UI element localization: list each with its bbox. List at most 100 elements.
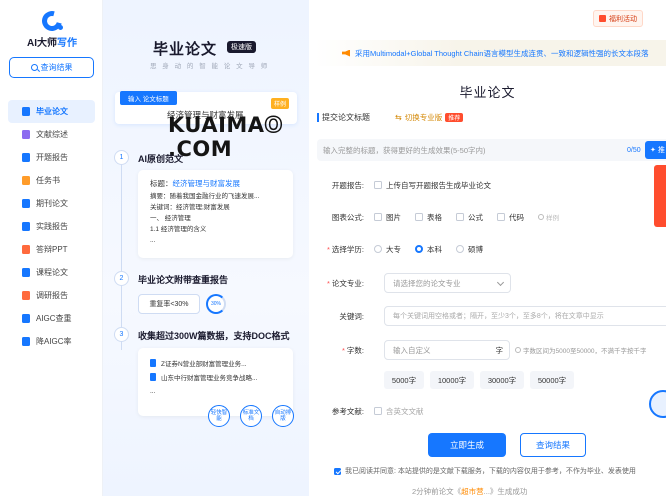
recent-generation-tip: 2分钟前论文《超市营...》生成成功 [412,487,528,496]
title-recommend-button[interactable]: ✦ 推 [645,141,666,159]
sidebar-item[interactable]: 调研报告 [8,284,95,307]
gift-icon [599,15,606,22]
degree-row: * 选择学历: 大专 本科 硕博 [309,241,666,257]
agreement-checkbox[interactable] [334,467,341,475]
search-icon [30,64,38,71]
figure-sample-link[interactable]: 样例 [538,212,559,222]
degree-option-master[interactable]: 硕博 [456,244,483,255]
figure-label: 图表公式: [331,212,364,222]
feature-light-smart: 轻快智能 [208,405,230,427]
logo-mark-icon [38,7,66,35]
chevron-down-icon [496,278,505,287]
step-timeline [121,160,122,350]
defense-ppt-icon [22,245,30,254]
word-chip-10000[interactable]: 10000字 [430,371,474,389]
aigc-check-icon [22,314,30,323]
feature-standard-doc: 标准文档 [240,405,262,427]
degree-label: * 选择学历: [326,244,364,254]
sidebar-item-label: 任务书 [36,176,60,185]
sidebar-item-label: 课程论文 [36,268,68,277]
sample-outline-2: 1.1 经济管理的含义 [150,226,207,233]
sidebar-item[interactable]: 课程论文 [8,261,95,284]
sidebar-item[interactable]: 任务书 [8,169,95,192]
sidebar-item-label: 毕业论文 [36,107,68,116]
english-reference-checkbox[interactable]: 含英文文献 [374,406,424,417]
promo-title: 毕业论文 [153,41,218,58]
step-number-2: 2 [114,271,129,286]
sidebar-item-label: 开题报告 [36,153,68,162]
promo-subtitle: 思 身 动 的 智 能 论 文 导 师 [150,63,270,70]
words-label: * 字数: [341,345,364,355]
major-select[interactable]: 请选择您的论文专业 [384,273,511,293]
sidebar-item[interactable]: 答辩PPT [8,238,95,261]
step-title-3: 收集超过300W篇数据，支持DOC格式 [138,331,290,341]
course-paper-icon [22,268,30,277]
degree-option-bachelor[interactable]: 本科 [415,244,442,255]
sample-more: ... [150,237,156,244]
logo[interactable]: AI大师写作 [22,7,82,49]
major-label: * 论文专业: [326,278,364,288]
duplicate-rate-ring: 30% [206,294,226,314]
research-report-icon [22,291,30,300]
query-result-button-main[interactable]: 查询结果 [520,433,586,457]
word-chip-50000[interactable]: 50000字 [530,371,574,389]
sample-outline-1: 一、 经济管理 [150,215,191,222]
word-count-presets: 5000字 10000字 30000字 50000字 [384,371,574,389]
demo-input-tag: 输入 论文标题 [120,91,177,105]
sample-keywords: 关键词：经济管理;财富发展 [150,204,230,211]
figure-option-image[interactable]: 图片 [374,212,401,223]
floating-side-tab[interactable] [654,165,666,227]
reference-row: 参考文献: 含英文文献 [309,403,666,419]
duplicate-rate-box: 重复率<30% [138,294,200,314]
figure-option-formula[interactable]: 公式 [456,212,483,223]
sidebar-item[interactable]: AIGC查重 [8,307,95,330]
proposal-checkbox[interactable]: 上传自写开题报告生成毕业论文 [374,180,491,191]
word-chip-5000[interactable]: 5000字 [384,371,424,389]
title-input[interactable]: 输入完整的标题，获得更好的生成效果(5-50字内) 0/50 [317,139,666,161]
switch-pro-button[interactable]: ⇆ 切换专业版 推荐 [395,112,464,123]
sidebar-item[interactable]: 文献综述 [8,123,95,146]
sidebar-item-label: 实践报告 [36,222,68,231]
keyword-input[interactable]: 每个关键词用空格或者；隔开，至少3个，至多8个，将在文章中显示 [384,306,666,326]
document-icon [150,373,156,381]
thesis-icon [22,107,30,116]
practice-report-icon [22,222,30,231]
degree-option-junior[interactable]: 大专 [374,244,401,255]
title-char-count: 0/50 [627,146,641,154]
sparkle-icon: ✦ [650,147,656,154]
list-item: 山东中行财富管理业务竞争战略... [150,370,281,384]
figure-option-code[interactable]: 代码 [497,212,524,223]
sidebar-item[interactable]: 毕业论文 [8,100,95,123]
sidebar-item[interactable]: 开题报告 [8,146,95,169]
generate-button[interactable]: 立即生成 [428,433,506,457]
proposal-row: 开题报告: 上传自写开题报告生成毕业论文 [309,177,666,193]
document-icon [150,359,156,367]
list-item: Z证券N营业部财富管理业务... [150,356,281,370]
proposal-label: 开题报告: [331,180,364,190]
keyword-label: 关键词: [339,311,364,321]
sidebar-item[interactable]: 期刊论文 [8,192,95,215]
words-unit: 字 [495,345,504,355]
speed-version-badge: 极速版 [227,41,256,53]
reduce-aigc-icon [22,337,30,346]
step-title-2: 毕业论文附带查重报告 [138,275,229,285]
words-input[interactable]: 输入自定义 字 [384,340,510,360]
sidebar-nav: 毕业论文文献综述开题报告任务书期刊论文实践报告答辩PPT 课程论文调研报告 AIGC… [8,100,95,353]
sidebar-item-label: AIGC查重 [36,314,72,323]
step-number-3: 3 [114,327,129,342]
welfare-activity-button[interactable]: 福利活动 [593,10,643,27]
agreement[interactable]: 我已阅读并同意: 本站提供的是文献下载服务，下载的内容仅用于参考，不作为毕业、发… [334,466,636,476]
sidebar-item-label: 文献综述 [36,130,68,139]
sidebar-item[interactable]: 实践报告 [8,215,95,238]
sample-abstract: 摘要：随着我国金融行业的飞速发展... [150,193,260,200]
figure-option-table[interactable]: 表格 [415,212,442,223]
step-number-1: 1 [114,150,129,165]
label-accent-bar [317,113,319,122]
query-result-button[interactable]: 查询结果 [9,57,94,78]
info-icon [538,214,544,220]
form-title: 毕业论文 [459,85,516,100]
word-chip-30000[interactable]: 30000字 [480,371,524,389]
reference-label: 参考文献: [331,406,364,416]
sidebar-item[interactable]: 降AIGC率 [8,330,95,353]
sample-paper-title: 标题：经济管理与财富发展 [150,179,240,188]
